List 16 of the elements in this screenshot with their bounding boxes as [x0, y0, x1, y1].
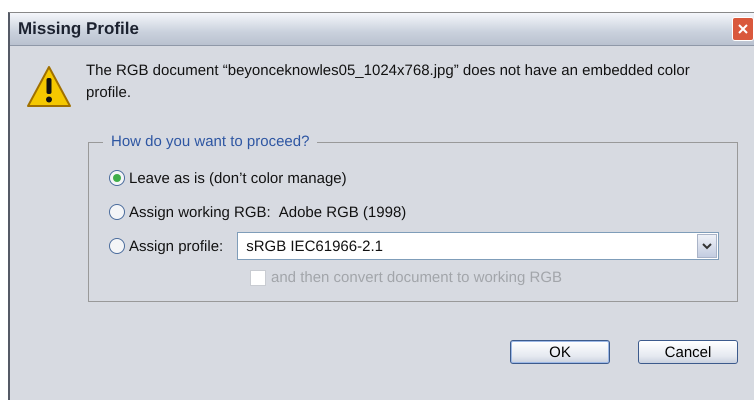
radio-button[interactable]	[109, 238, 125, 254]
dialog-button[interactable]: OK	[510, 340, 610, 364]
window-title: Missing Profile	[17, 19, 139, 39]
option-label[interactable]: Assign profile:	[129, 238, 224, 254]
profile-dropdown[interactable]: sRGB IEC61966-2.1	[237, 232, 720, 260]
close-icon[interactable]	[738, 24, 748, 34]
warning-icon	[26, 64, 72, 110]
dialog-button[interactable]: Cancel	[638, 340, 738, 364]
option-label[interactable]: Assign working RGB:	[129, 204, 271, 220]
group-legend: How do you want to proceed?	[103, 133, 318, 150]
close-button[interactable]	[732, 17, 754, 41]
radio-button[interactable]	[109, 204, 125, 220]
option-value: Adobe RGB (1998)	[278, 204, 406, 220]
message-text: The RGB document “beyonceknowles05_1024x768.jpg” does not have an embedded color profile.	[86, 61, 691, 103]
option-label[interactable]: Leave as is (don’t color manage)	[129, 170, 347, 186]
radio-button[interactable]	[109, 170, 125, 186]
